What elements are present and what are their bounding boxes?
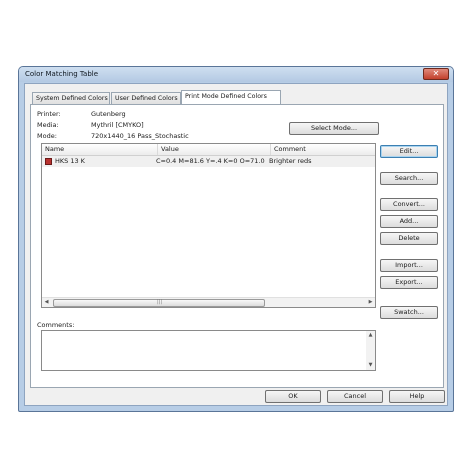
table-row[interactable]: HKS 13 K C=0.4 M=81.6 Y=.4 K=0 O=71.0 Br… bbox=[42, 156, 375, 167]
row-name: HKS 13 K bbox=[55, 157, 85, 165]
scroll-up-icon[interactable]: ▲ bbox=[366, 331, 375, 340]
color-matching-dialog: Color Matching Table ✕ System Defined Co… bbox=[18, 66, 454, 412]
export-button[interactable]: Export... bbox=[380, 276, 438, 289]
comments-label: Comments: bbox=[37, 321, 75, 329]
color-list: Name Value Comment HKS 13 K C=0.4 M=81.6… bbox=[41, 143, 376, 308]
printer-label: Printer: bbox=[37, 110, 61, 118]
close-button[interactable]: ✕ bbox=[423, 68, 449, 80]
scroll-right-icon[interactable]: ▶ bbox=[366, 298, 375, 307]
help-button[interactable]: Help bbox=[389, 390, 445, 403]
add-button[interactable]: Add... bbox=[380, 215, 438, 228]
mode-label: Mode: bbox=[37, 132, 57, 140]
row-comment: Brighter reds bbox=[269, 157, 312, 165]
vertical-scrollbar[interactable]: ▲ ▼ bbox=[366, 331, 375, 370]
close-icon: ✕ bbox=[432, 69, 440, 78]
search-button[interactable]: Search... bbox=[380, 172, 438, 185]
column-header-value[interactable]: Value bbox=[158, 144, 271, 155]
select-mode-button[interactable]: Select Mode... bbox=[289, 122, 379, 135]
title-bar[interactable]: Color Matching Table ✕ bbox=[19, 67, 453, 82]
row-value: C=0.4 M=81.6 Y=.4 K=0 O=71.0 bbox=[156, 157, 265, 165]
column-header-comment[interactable]: Comment bbox=[271, 144, 375, 155]
media-value: Mythril [CMYKO] bbox=[91, 121, 144, 129]
scrollbar-thumb[interactable]: ||| bbox=[53, 299, 265, 307]
delete-button[interactable]: Delete bbox=[380, 232, 438, 245]
mode-value: 720x1440_16 Pass_Stochastic bbox=[91, 132, 189, 140]
tab-print-mode-defined-colors[interactable]: Print Mode Defined Colors bbox=[181, 90, 281, 104]
ok-button[interactable]: OK bbox=[265, 390, 321, 403]
scroll-down-icon[interactable]: ▼ bbox=[366, 361, 375, 370]
swatch-button[interactable]: Swatch... bbox=[380, 306, 438, 319]
cancel-button[interactable]: Cancel bbox=[327, 390, 383, 403]
grip-icon: ||| bbox=[157, 299, 163, 305]
horizontal-scrollbar[interactable]: ◀ ||| ▶ bbox=[42, 297, 375, 307]
scroll-left-icon[interactable]: ◀ bbox=[42, 298, 51, 307]
dialog-body: System Defined Colors User Defined Color… bbox=[24, 83, 448, 406]
list-header: Name Value Comment bbox=[42, 144, 375, 156]
comments-textarea[interactable]: ▲ ▼ bbox=[41, 330, 376, 371]
column-header-name[interactable]: Name bbox=[42, 144, 158, 155]
convert-button[interactable]: Convert... bbox=[380, 198, 438, 211]
import-button[interactable]: Import... bbox=[380, 259, 438, 272]
tab-user-defined-colors[interactable]: User Defined Colors bbox=[111, 92, 181, 104]
window-title: Color Matching Table bbox=[25, 70, 99, 78]
edit-button[interactable]: Edit... bbox=[380, 145, 438, 158]
tab-system-defined-colors[interactable]: System Defined Colors bbox=[32, 92, 110, 104]
media-label: Media: bbox=[37, 121, 59, 129]
printer-value: Gutenberg bbox=[91, 110, 126, 118]
color-swatch bbox=[45, 158, 52, 165]
